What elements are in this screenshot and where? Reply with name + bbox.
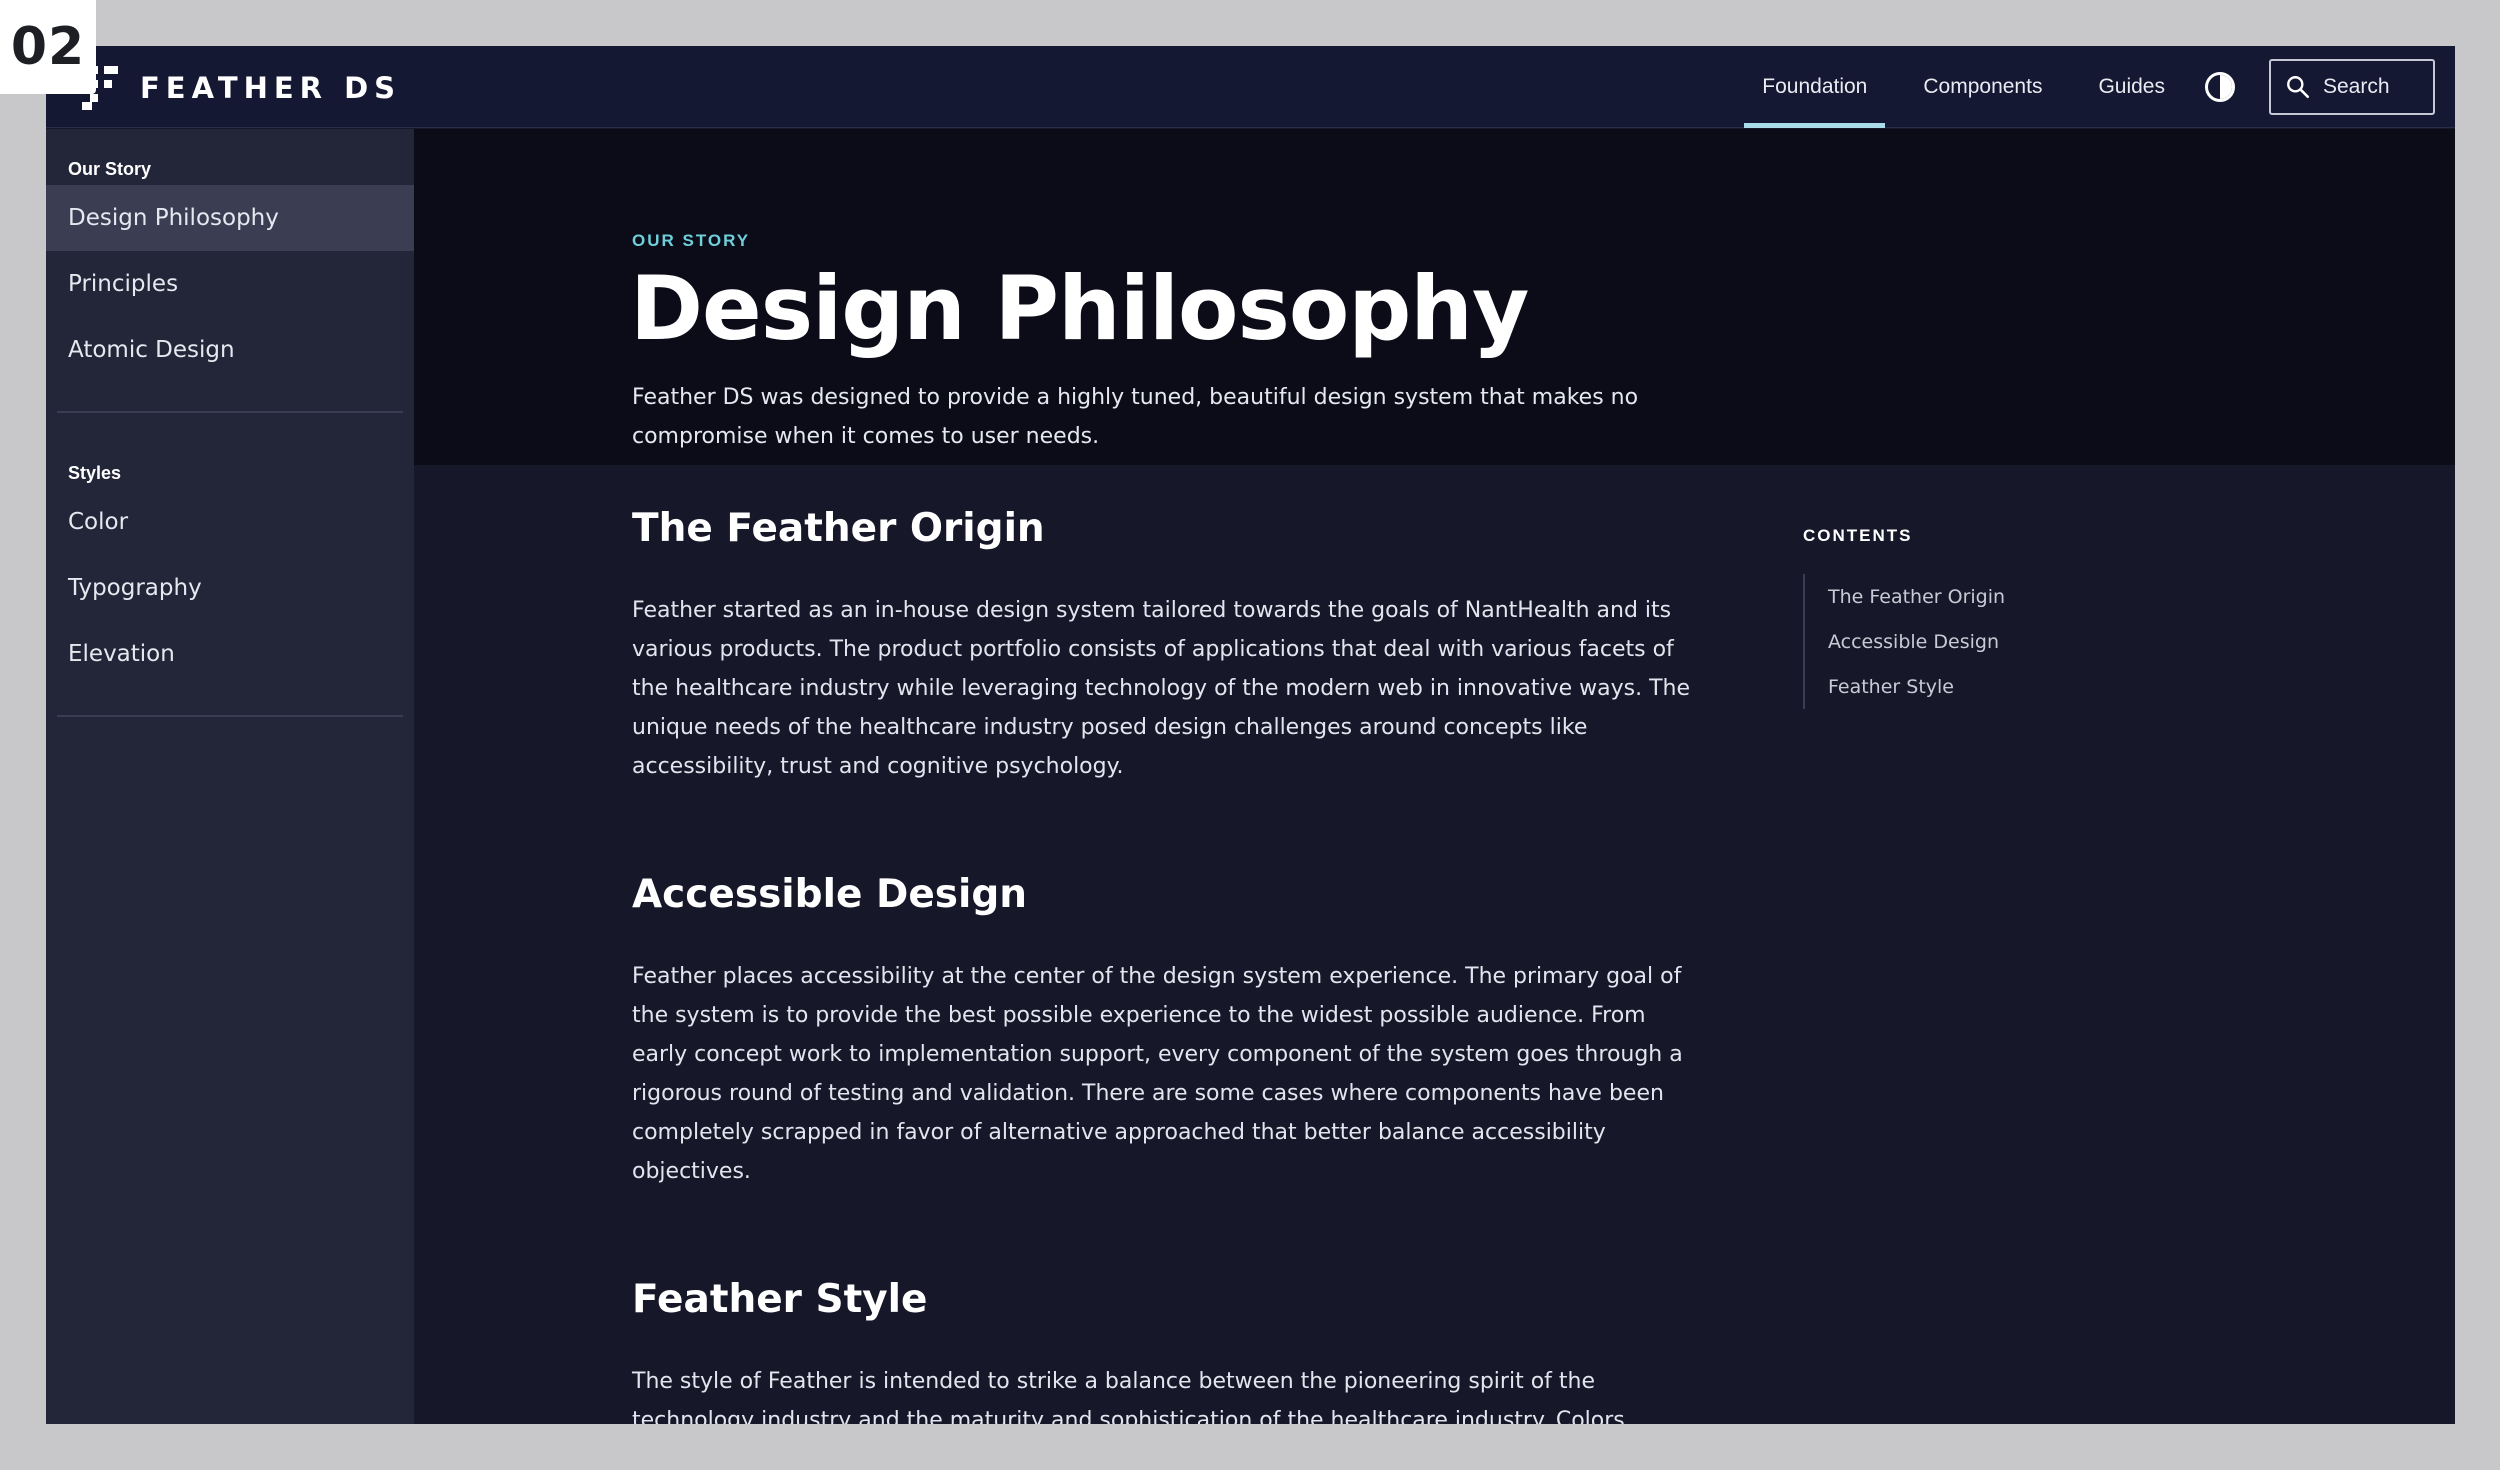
sidebar-group-title-our-story: Our Story [68,158,152,179]
section-body-feather-style: The style of Feather is intended to stri… [632,1369,1632,1424]
table-of-contents: CONTENTS The Feather Origin Accessible D… [1803,526,2063,709]
breadcrumb-eyebrow: OUR STORY [632,231,751,250]
page-subtitle: Feather DS was designed to provide a hig… [632,385,1639,449]
article-content: The Feather Origin Feather started as an… [632,506,1702,1424]
top-navigation: FEATHER DS Foundation Components Guides … [46,46,2455,128]
sidebar-item-elevation[interactable]: Elevation [46,621,414,687]
page-hero: OUR STORY Design Philosophy Feather DS w… [414,129,2455,465]
sidebar-divider [57,715,403,717]
toc-list: The Feather Origin Accessible Design Fea… [1803,574,2063,709]
section-body-feather-origin: Feather started as an in-house design sy… [632,598,1690,779]
toc-item-feather-origin[interactable]: The Feather Origin [1828,574,2063,619]
browser-viewport: FEATHER DS Foundation Components Guides … [46,46,2455,1424]
search-button[interactable]: Search [2269,59,2435,115]
section-body-accessible-design: Feather places accessibility at the cent… [632,964,1683,1184]
sidebar-item-typography[interactable]: Typography [46,555,414,621]
sidebar-item-color[interactable]: Color [46,489,414,555]
nav-link-guides[interactable]: Guides [2070,46,2193,128]
nav-link-components[interactable]: Components [1895,46,2070,128]
sidebar-item-atomic-design[interactable]: Atomic Design [46,317,414,383]
section-heading-feather-style: Feather Style [632,1277,928,1322]
sidebar: Our Story Design Philosophy Principles A… [46,129,414,1424]
sidebar-item-principles[interactable]: Principles [46,251,414,317]
primary-nav: Foundation Components Guides Search [1734,46,2455,128]
brand-logo[interactable]: FEATHER DS [82,66,401,110]
sidebar-item-design-philosophy[interactable]: Design Philosophy [46,185,414,251]
nav-link-foundation[interactable]: Foundation [1734,46,1895,128]
section-heading-feather-origin: The Feather Origin [632,506,1045,551]
search-label: Search [2323,75,2390,98]
toc-item-accessible-design[interactable]: Accessible Design [1828,619,2063,664]
toc-item-feather-style[interactable]: Feather Style [1828,664,2063,709]
search-icon [2287,76,2310,99]
slide-number-badge: 02 [0,0,96,94]
section-heading-accessible-design: Accessible Design [632,872,1028,917]
toc-title: CONTENTS [1803,526,1913,545]
page-title: Design Philosophy [630,257,1529,360]
theme-toggle-icon[interactable] [2205,72,2235,102]
sidebar-group-title-styles: Styles [68,462,122,483]
brand-name: FEATHER DS [140,71,402,105]
